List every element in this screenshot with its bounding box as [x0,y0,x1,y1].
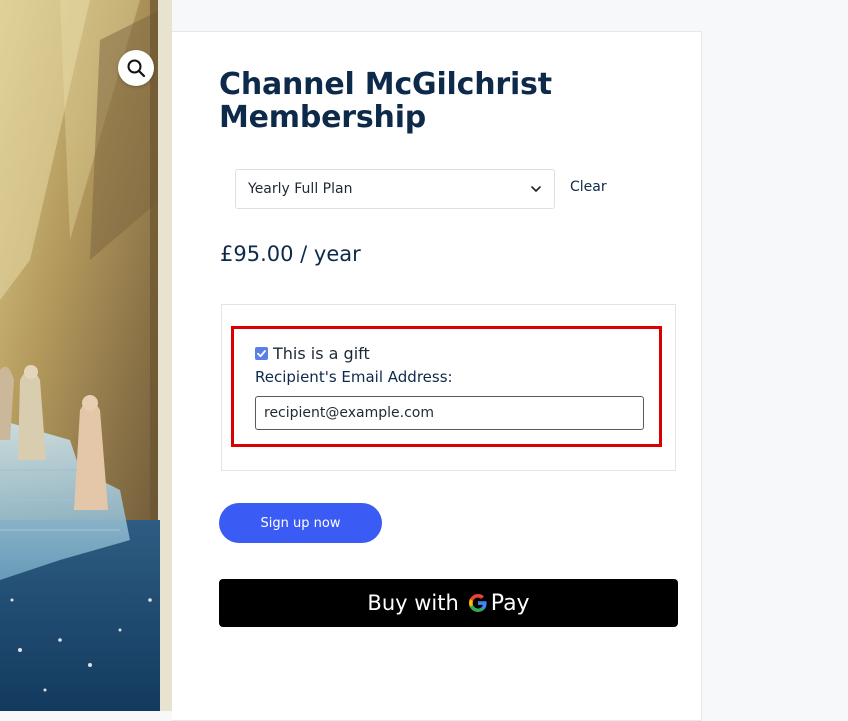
gift-checkbox-row[interactable]: This is a gift [255,344,370,363]
painting-artwork [0,0,172,711]
gpay-pay-label: Pay [490,590,530,616]
magnifier-icon [126,58,146,78]
product-price: £95.00 / year [220,242,361,266]
plan-select[interactable]: Yearly Full Plan [235,169,555,209]
plan-select-value: Yearly Full Plan [248,181,353,197]
gpay-buy-label: Buy with [367,591,459,615]
recipient-email-label: Recipient's Email Address: [255,368,453,386]
gift-checkbox-label: This is a gift [273,344,370,363]
gift-highlight-frame: This is a gift Recipient's Email Address… [231,326,662,447]
recipient-email-input[interactable] [255,396,644,430]
gift-options-box: This is a gift Recipient's Email Address… [221,304,676,471]
chevron-down-icon [530,183,542,199]
product-summary: Channel McGilchrist Membership Yearly Fu… [172,31,702,721]
google-pay-button[interactable]: Buy with Pay [219,579,678,627]
product-title: Channel McGilchrist Membership [219,67,552,135]
image-zoom-button[interactable] [118,50,154,86]
product-image[interactable] [0,0,172,711]
google-g-icon [467,592,489,614]
gift-checkbox[interactable] [255,347,268,360]
sign-up-button[interactable]: Sign up now [219,503,382,543]
clear-selection-link[interactable]: Clear [570,179,607,195]
checkmark-icon [257,350,266,358]
